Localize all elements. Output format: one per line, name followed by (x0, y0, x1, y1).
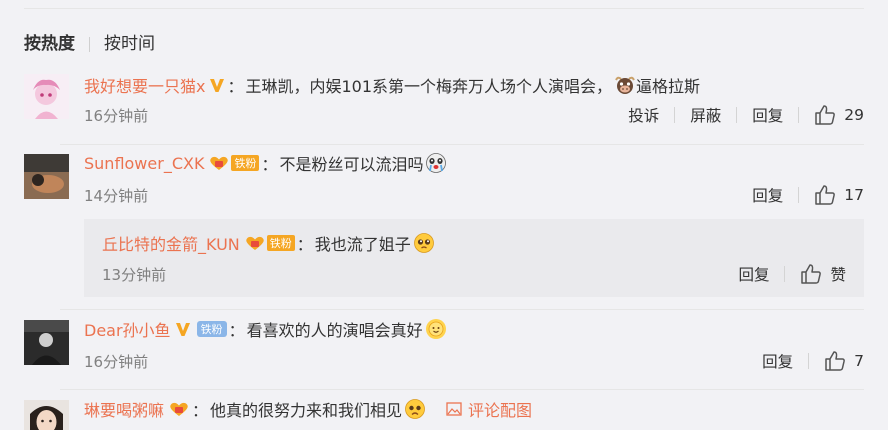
like-count: 7 (854, 352, 864, 370)
like-button[interactable]: 赞 (800, 263, 846, 285)
reply-button[interactable]: 回复 (762, 350, 793, 372)
colon: ： (228, 321, 245, 340)
sad-face-emoji-icon (405, 399, 425, 419)
crying-panda-emoji-icon (426, 153, 447, 173)
reply-line: 丘比特的金箭_KUN 铁粉 ： 我也流了姐子 (102, 230, 846, 256)
comment-time: 14分钟前 (84, 186, 149, 205)
username-link[interactable]: Dear孙小鱼 (84, 317, 171, 341)
comment-line: 琳要喝粥嘛 ： 他真的很努力来和我们相见 评论配图 (84, 396, 864, 422)
action-divider (798, 187, 800, 203)
sort-by-hot-tab[interactable]: 按热度 (24, 34, 75, 54)
sort-tabs: 按热度 按时间 (24, 34, 155, 54)
reply-username-link[interactable]: 丘比特的金箭_KUN (102, 231, 240, 255)
reply-actions: 回复 赞 (738, 262, 846, 286)
sun-smile-emoji-icon (425, 319, 446, 339)
row-divider (60, 389, 864, 390)
action-divider (808, 353, 810, 369)
top-divider (24, 8, 864, 9)
comment-meta: 14分钟前 回复 17 (84, 183, 864, 207)
fan-heart-icon (246, 236, 264, 250)
fan-heart-icon (170, 402, 188, 416)
username-link[interactable]: Sunflower_CXK (84, 154, 204, 173)
comment-line: Sunflower_CXK 铁粉 ： 不是粉丝可以流泪吗 (84, 150, 864, 176)
colon: ： (192, 401, 209, 420)
comment-text: 他真的很努力来和我们相见 (210, 401, 403, 420)
comment-actions: 回复 17 (752, 183, 864, 207)
thumbs-up-icon (801, 264, 822, 284)
sort-divider (89, 36, 90, 52)
verified-v-icon (210, 79, 225, 92)
action-divider (784, 266, 786, 282)
fan-badge: 铁粉 (231, 155, 260, 171)
like-button[interactable]: 7 (824, 351, 864, 371)
comment-actions: 投诉 屏蔽 回复 29 (628, 103, 864, 127)
action-divider (798, 107, 800, 123)
comment-text: 王琳凯，内娱101系第一个梅奔万人场个人演唱会， (245, 77, 613, 96)
comment-time: 16分钟前 (84, 106, 149, 125)
thumbs-up-icon (815, 105, 836, 125)
comment-meta: 16分钟前 投诉 屏蔽 回复 29 (84, 103, 864, 127)
nested-reply: 丘比特的金箭_KUN 铁粉 ： 我也流了姐子 13分钟前 回复 赞 (84, 219, 864, 297)
colon: ： (261, 155, 278, 174)
reply-time: 13分钟前 (102, 265, 167, 284)
comment-item: 我好想要一只猫x ： 王琳凯，内娱101系第一个梅奔万人场个人演唱会， 逼格拉斯… (24, 72, 864, 132)
comment-line: Dear孙小鱼 铁粉 ： 看喜欢的人的演唱会真好 (84, 316, 864, 342)
verified-v-icon (175, 323, 190, 336)
comment-text: 不是粉丝可以流泪吗 (279, 155, 424, 174)
thumbs-up-icon (825, 351, 845, 371)
block-button[interactable]: 屏蔽 (690, 104, 721, 126)
avatar[interactable] (24, 320, 69, 365)
username-link[interactable]: 琳要喝粥嘛 (84, 397, 164, 421)
fan-badge: 铁粉 (266, 235, 295, 251)
reply-text: 我也流了姐子 (314, 235, 411, 254)
comment-line: 我好想要一只猫x ： 王琳凯，内娱101系第一个梅奔万人场个人演唱会， 逼格拉斯 (84, 72, 864, 98)
pleading-face-emoji-icon (413, 233, 434, 253)
username-link[interactable]: 我好想要一只猫x (84, 73, 205, 97)
sort-by-time-tab[interactable]: 按时间 (104, 34, 155, 54)
action-divider (674, 107, 676, 123)
like-label: 赞 (830, 266, 846, 284)
reply-button[interactable]: 回复 (752, 184, 783, 206)
colon: ： (296, 235, 313, 254)
comment-text: 看喜欢的人的演唱会真好 (246, 321, 423, 340)
comment-image-link[interactable]: 评论配图 (446, 397, 532, 421)
like-button[interactable]: 29 (814, 105, 864, 125)
like-button[interactable]: 17 (814, 185, 864, 205)
row-divider (60, 144, 864, 145)
comment-actions: 回复 7 (762, 349, 864, 373)
fan-badge: 铁粉 (196, 321, 227, 337)
like-count: 17 (844, 186, 864, 204)
avatar[interactable] (24, 74, 69, 119)
avatar[interactable] (24, 154, 69, 199)
comment-time: 16分钟前 (84, 352, 149, 371)
comment-item: Dear孙小鱼 铁粉 ： 看喜欢的人的演唱会真好 16分钟前 回复 7 (24, 316, 864, 376)
comment-text-suffix: 逼格拉斯 (636, 77, 701, 96)
reply-meta: 13分钟前 回复 赞 (102, 262, 846, 286)
reply-button[interactable]: 回复 (738, 263, 769, 285)
fan-heart-icon (210, 156, 229, 170)
like-count: 29 (844, 106, 864, 124)
bull-face-emoji-icon (615, 76, 635, 94)
image-icon (446, 402, 462, 416)
comment-item: 琳要喝粥嘛 ： 他真的很努力来和我们相见 评论配图 (24, 396, 864, 430)
row-divider (60, 309, 864, 310)
colon: ： (227, 77, 244, 96)
comment-meta: 16分钟前 回复 7 (84, 349, 864, 373)
image-link-label: 评论配图 (468, 401, 533, 420)
avatar[interactable] (24, 400, 69, 430)
action-divider (736, 107, 738, 123)
thumbs-up-icon (815, 185, 836, 205)
report-button[interactable]: 投诉 (628, 104, 659, 126)
reply-button[interactable]: 回复 (752, 104, 783, 126)
